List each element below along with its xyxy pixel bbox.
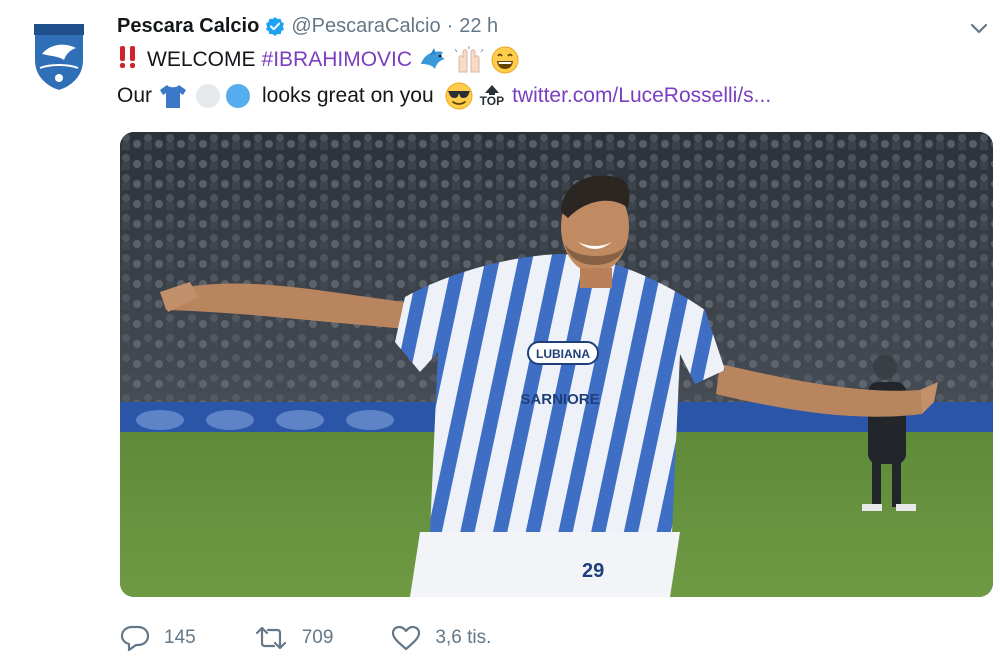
tweet-text-line-1: WELCOME #IBRAHIMOVIC [117,44,520,76]
reply-icon [120,625,150,652]
blue-circle-icon [224,82,252,110]
top-arrow-icon: TOP [480,85,504,107]
chevron-down-icon[interactable] [966,18,992,38]
pescara-crest-icon [33,23,85,93]
top-label: TOP [479,94,505,108]
dolphin-emoji-icon [418,46,448,74]
tweet-action-bar: 145 709 3,6 tis. [120,620,549,656]
verified-badge-icon [265,16,285,36]
tweet-photo[interactable]: LUBIANA SARNIORE 29 [120,132,993,597]
like-button[interactable]: 3,6 tis. [391,625,491,651]
like-count: 3,6 tis. [435,627,492,648]
tshirt-emoji-icon [158,83,188,109]
white-circle-icon [194,82,222,110]
raised-hands-emoji-icon [454,46,484,74]
retweet-button[interactable]: 709 [254,625,334,651]
hashtag-link[interactable]: #IBRAHIMOVIC [262,48,413,72]
author-name[interactable]: Pescara Calcio [117,15,259,38]
tweet-link[interactable]: twitter.com/LuceRosselli/s... [512,84,771,108]
avatar[interactable] [30,20,88,93]
tweet-text-line-2: Our looks great on you TOP twitter.com/L… [117,80,771,112]
jersey-sponsor-1: LUBIANA [536,347,590,361]
player-celebration-image: LUBIANA SARNIORE 29 [120,132,993,597]
reply-button[interactable]: 145 [120,624,196,652]
tweet-header: Pescara Calcio @PescaraCalcio · 22 h [117,12,498,40]
jersey-sponsor-2: SARNIORE [520,391,599,408]
retweet-count: 709 [301,627,334,648]
looks-great-text: looks great on you [262,84,434,107]
tweet-timestamp[interactable]: 22 h [459,15,498,38]
shorts-number: 29 [582,560,604,582]
sunglasses-face-emoji-icon [444,81,474,111]
double-exclamation-icon [117,45,139,75]
separator-dot: · [446,14,454,37]
our-text: Our [117,84,153,107]
author-handle[interactable]: @PescaraCalcio [291,15,440,38]
retweet-icon [255,626,286,650]
welcome-text: WELCOME [147,48,256,71]
grinning-face-emoji-icon [490,45,520,75]
heart-icon [392,625,421,651]
reply-count: 145 [164,627,196,648]
